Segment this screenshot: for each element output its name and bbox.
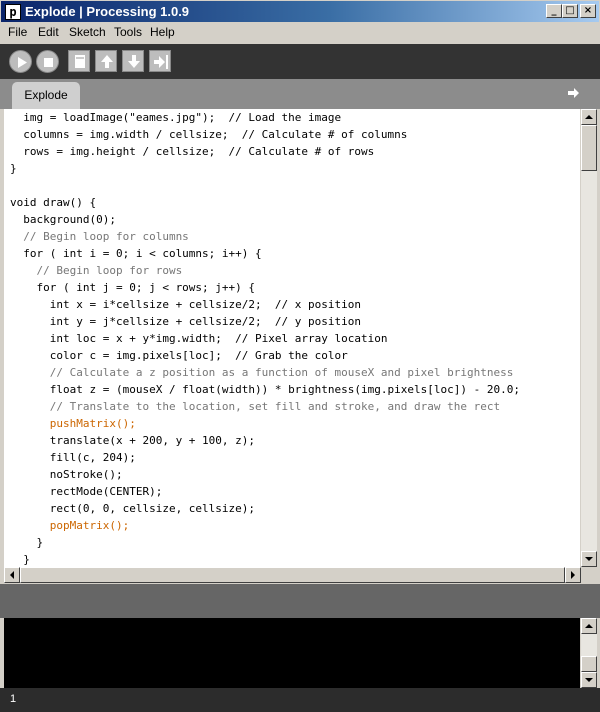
stop-icon	[44, 58, 53, 67]
tab-menu-arrow-icon[interactable]	[565, 85, 581, 101]
code-line: }	[10, 553, 30, 566]
minimize-button[interactable]: _	[546, 4, 562, 18]
code-line: rows = img.height / cellsize; // Calcula…	[10, 145, 375, 158]
run-icon	[18, 57, 27, 68]
save-icon	[128, 55, 140, 68]
tab-explode[interactable]: Explode	[12, 82, 80, 109]
scroll-left-button[interactable]	[4, 567, 20, 583]
console-output[interactable]	[4, 618, 580, 688]
stop-button[interactable]	[36, 50, 59, 73]
scroll-down-button[interactable]	[581, 551, 597, 567]
console-vertical-scrollbar[interactable]	[581, 618, 597, 688]
code-line: fill(c, 204);	[10, 451, 136, 464]
window-title: Explode | Processing 1.0.9	[25, 4, 190, 19]
code-line: color c = img.pixels[loc]; // Grab the c…	[10, 349, 348, 362]
save-button[interactable]	[122, 50, 144, 72]
menu-sketch[interactable]: Sketch	[69, 25, 106, 39]
code-line: int x = i*cellsize + cellsize/2; // x po…	[10, 298, 361, 311]
arrow-up-icon	[585, 624, 593, 628]
line-number: 1	[10, 693, 17, 705]
arrow-down-icon	[585, 678, 593, 682]
scroll-up-button[interactable]	[581, 618, 597, 634]
run-button[interactable]	[9, 50, 32, 73]
code-line: background(0);	[10, 213, 116, 226]
code-line: }	[10, 162, 17, 175]
code-line: pushMatrix();	[10, 417, 136, 430]
code-line: for ( int j = 0; j < rows; j++) {	[10, 281, 256, 294]
menu-file[interactable]: File	[8, 25, 27, 39]
scroll-thumb[interactable]	[20, 567, 565, 583]
editor-horizontal-scrollbar[interactable]	[4, 567, 581, 583]
title-bar: p Explode | Processing 1.0.9 _ □ ×	[0, 0, 600, 23]
export-icon	[154, 55, 168, 69]
scroll-down-button[interactable]	[581, 672, 597, 688]
code-line: rectMode(CENTER);	[10, 485, 163, 498]
menu-bar: File Edit Sketch Tools Help	[0, 23, 600, 43]
new-button[interactable]	[68, 50, 90, 72]
code-line: rect(0, 0, cellsize, cellsize);	[10, 502, 256, 515]
open-icon	[101, 55, 113, 68]
message-area	[0, 584, 600, 618]
arrow-left-icon	[10, 571, 14, 579]
code-line: translate(x + 200, y + 100, z);	[10, 434, 256, 447]
tab-bar: Explode	[0, 79, 600, 109]
toolbar	[0, 44, 600, 79]
code-line: int loc = x + y*img.width; // Pixel arra…	[10, 332, 388, 345]
code-editor[interactable]: img = loadImage("eames.jpg"); // Load th…	[4, 109, 580, 567]
menu-edit[interactable]: Edit	[38, 25, 59, 39]
scroll-thumb[interactable]	[581, 656, 597, 672]
close-button[interactable]: ×	[580, 4, 596, 18]
menu-tools[interactable]: Tools	[114, 25, 142, 39]
scroll-right-button[interactable]	[565, 567, 581, 583]
code-line: // Begin loop for columns	[10, 230, 189, 243]
code-line: float z = (mouseX / float(width)) * brig…	[10, 383, 520, 396]
code-line: }	[10, 536, 44, 549]
new-icon	[75, 55, 85, 68]
code-line: noStroke();	[10, 468, 123, 481]
processing-app-icon[interactable]: p	[5, 4, 21, 20]
code-line: int y = j*cellsize + cellsize/2; // y po…	[10, 315, 361, 328]
code-line: void draw() {	[10, 196, 97, 209]
export-button[interactable]	[149, 50, 171, 72]
editor-vertical-scrollbar[interactable]	[581, 109, 597, 567]
scroll-up-button[interactable]	[581, 109, 597, 125]
scroll-thumb[interactable]	[581, 125, 597, 171]
code-line: for ( int i = 0; i < columns; i++) {	[10, 247, 262, 260]
maximize-button[interactable]: □	[562, 4, 578, 18]
code-line: img = loadImage("eames.jpg"); // Load th…	[10, 111, 342, 124]
open-button[interactable]	[95, 50, 117, 72]
code-line: // Begin loop for rows	[10, 264, 183, 277]
code-line: popMatrix();	[10, 519, 130, 532]
code-line: columns = img.width / cellsize; // Calcu…	[10, 128, 408, 141]
code-line: // Translate to the location, set fill a…	[10, 400, 501, 413]
status-bar: 1	[0, 688, 600, 712]
arrow-down-icon	[585, 557, 593, 561]
menu-help[interactable]: Help	[150, 25, 175, 39]
arrow-right-icon	[571, 571, 575, 579]
code-line: // Calculate a z position as a function …	[10, 366, 514, 379]
arrow-up-icon	[585, 115, 593, 119]
